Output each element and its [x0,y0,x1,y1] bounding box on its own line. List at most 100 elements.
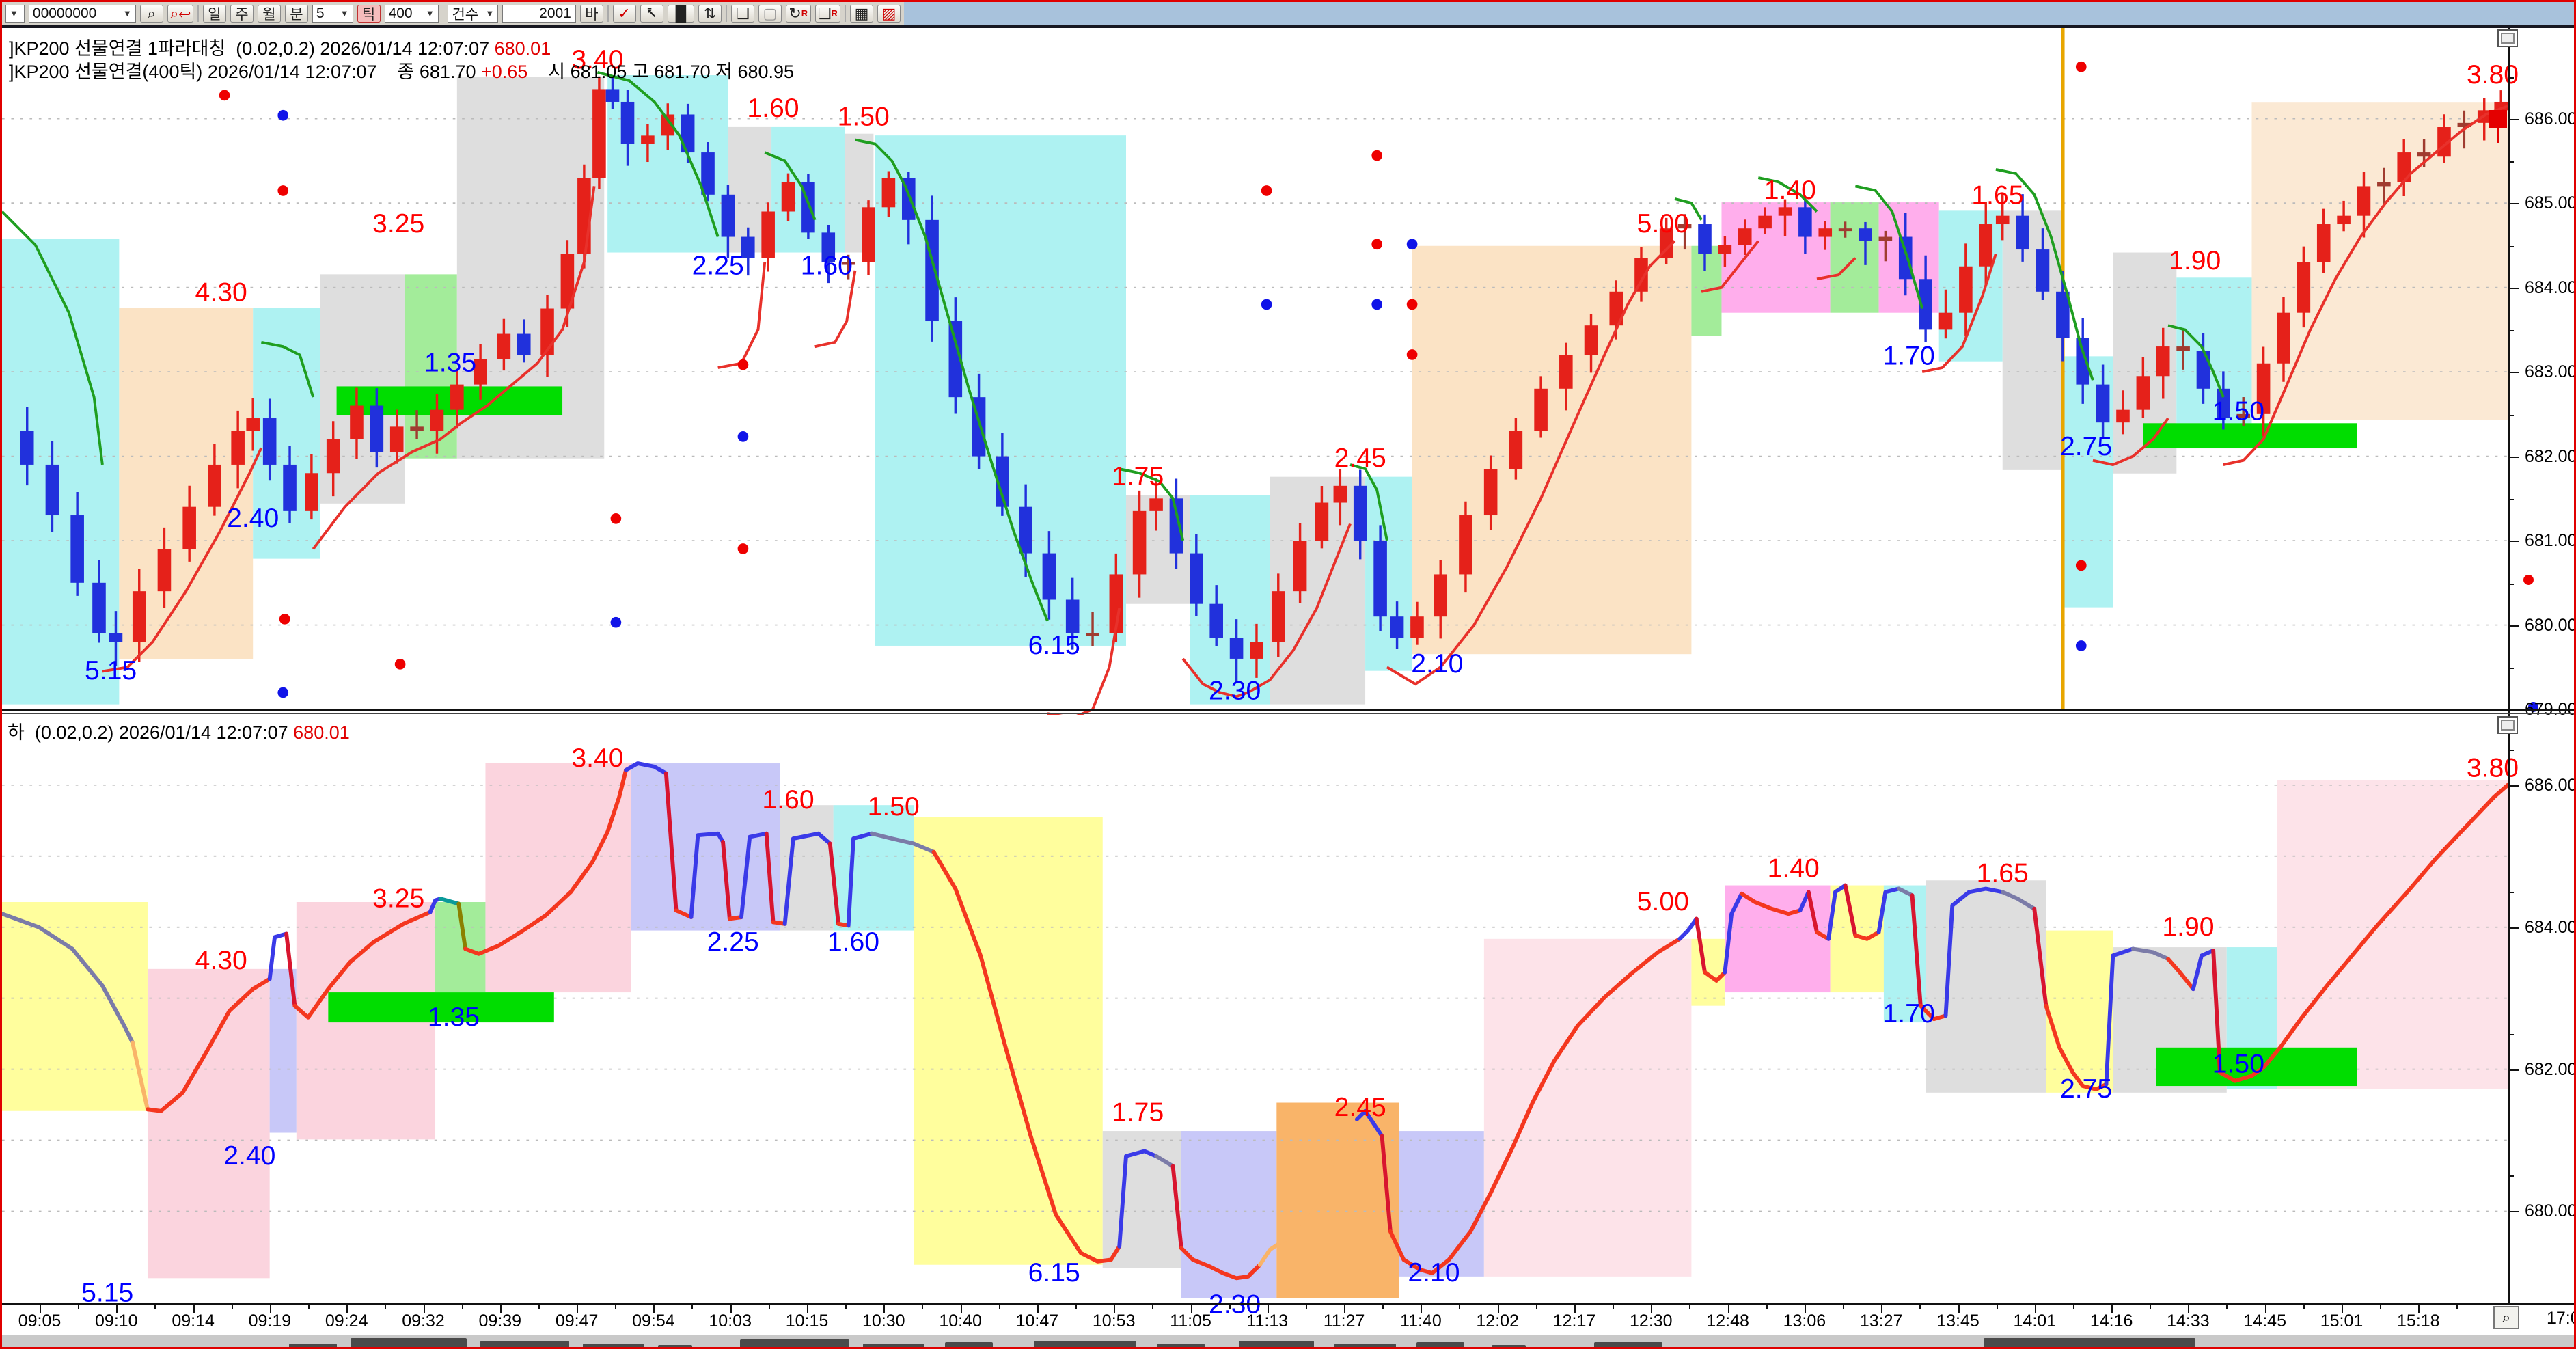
top-header-line2: ]KP200 선물연결(400틱) 2026/01/14 12:07:07 종 … [9,57,794,83]
candle-body [350,405,364,439]
trade-label: 1.60 [827,927,879,957]
candle-body [1996,216,2010,224]
time-label: 09:24 [325,1311,368,1331]
signal-green-bar [2143,423,2357,448]
candle-body [1250,642,1263,659]
symbol-combo[interactable]: 00000000▼ [29,5,136,23]
candle-body [263,418,277,465]
candle-body [1272,591,1285,642]
search-icon[interactable]: ⌕ [140,5,163,23]
copy-r-icon[interactable]: ❏R [815,5,841,23]
candle-body [1959,267,1973,313]
price-label: 686.00 [2525,776,2576,795]
time-label: 09:47 [556,1311,599,1331]
candle-body [1149,498,1163,511]
time-label: 09:05 [18,1311,61,1331]
scrollbar-minimap-blob [1157,1344,1205,1349]
toolbar-separator [607,5,609,22]
candle-body [722,195,735,237]
count-input[interactable]: 2001 [502,5,576,23]
axis-tick [2508,372,2519,373]
rotate-r-icon[interactable]: ↻R [786,5,811,23]
chart-bars-icon[interactable]: ▐▌ [668,5,695,23]
zoom-icon[interactable]: ⌕ [2493,1306,2519,1329]
trade-label: 4.30 [195,278,247,308]
bottom-header: 하 (0.02,0.2) 2026/01/14 12:07:07 680.01 [8,718,350,744]
bar-button[interactable]: 바 [580,5,603,23]
trade-label: 1.70 [1883,342,1935,371]
folder-export-icon[interactable]: ▨ [877,5,901,23]
panel-separator-2 [2,713,2576,714]
trade-label: 1.70 [1883,999,1935,1028]
left-combo-stub[interactable]: ▼ [5,5,25,23]
trade-label: 6.15 [1028,631,1080,660]
trading-app-window: ▼00000000▼⌕⌕↩일주월분5▼틱400▼건수▼2001바✓⭶▐▌⇅❏▢↻… [0,0,2576,1349]
period-day-button[interactable]: 일 [203,5,226,23]
axis-tick [2508,457,2519,458]
candle-body [2137,376,2150,409]
candlestick-chart-canvas[interactable]: 3.401.601.503.254.301.752.455.001.401.65… [2,27,2508,709]
candle-body [2377,182,2391,186]
time-label: 10:53 [1093,1311,1136,1331]
candle-body [231,431,245,465]
time-label: 11:05 [1170,1311,1211,1331]
period-week-button[interactable]: 주 [230,5,254,23]
candle-body [577,178,591,254]
period-tick-button[interactable]: 틱 [357,5,381,23]
time-label: 10:40 [939,1311,982,1331]
main-candle-panel[interactable]: ]KP200 선물연결 1파라대칭 (0.02,0.2) 2026/01/14 … [2,28,2576,709]
minute-value-combo[interactable]: 5▼ [312,5,353,23]
candle-body [1373,541,1387,616]
panel-restore-icon[interactable] [2497,29,2518,47]
trade-label: 2.45 [1334,444,1386,473]
sort-arrows-icon[interactable]: ⇅ [698,5,722,23]
candle-body [1798,207,1812,236]
panel-separator[interactable] [2,709,2576,711]
chart-dotted-icon[interactable]: ⭶ [640,5,663,23]
axis-minor-tick [2508,1034,2514,1035]
line-chart-canvas[interactable]: 3.401.601.503.254.301.752.455.001.401.65… [2,733,2508,1303]
candle-body [2297,262,2311,313]
candle-body [925,220,939,321]
toolbar-separator [443,5,444,22]
indicator-line-panel[interactable]: 하 (0.02,0.2) 2026/01/14 12:07:07 680.01 … [2,715,2576,1303]
candle-body [2156,346,2170,376]
period-month-button[interactable]: 월 [258,5,281,23]
signal-dot-red [2523,575,2534,585]
scrollbar-minimap-blob [1492,1345,1526,1349]
trade-zone-yellow [2,902,148,1111]
tick-value-combo[interactable]: 400▼ [385,5,439,23]
candle-body [2096,385,2110,423]
scrollbar-minimap-blob [740,1339,849,1349]
candle-body [1979,224,1992,267]
candle-body [1434,574,1447,616]
time-label: 14:33 [2167,1311,2210,1331]
candle-body [2317,224,2331,262]
count-combo[interactable]: 건수▼ [448,5,498,23]
search-jump-icon[interactable]: ⌕↩ [167,5,193,23]
candle-body [1534,389,1548,431]
doc-copy-icon[interactable]: ❏ [731,5,754,23]
scrollbar-minimap-blob [945,1342,993,1349]
candle-body [1354,486,1367,541]
time-label: 13:45 [1936,1311,1979,1331]
confirm-check-icon[interactable]: ✓ [613,5,636,23]
signal-dot-red [1407,299,1418,310]
price-label: 682.00 [2525,1060,2576,1080]
chart-scrollbar[interactable] [2,1335,2574,1349]
axis-tick [2508,541,2519,542]
candle-body [450,385,464,410]
candle-body [862,207,875,262]
axis-tick [2508,119,2519,120]
panel2-restore-icon[interactable] [2497,716,2518,734]
candle-body [2417,152,2431,156]
signal-dot-red [219,90,230,101]
tv-icon[interactable]: ▢ [758,5,782,23]
candle-body [782,182,795,211]
period-minute-button[interactable]: 분 [285,5,308,23]
signal-dot-red [2076,560,2087,571]
save-icon[interactable]: ▦ [850,5,873,23]
xaxis-line [2,1303,2576,1305]
time-label: 12:48 [1706,1311,1749,1331]
scrollbar-minimap-blob [583,1344,644,1349]
